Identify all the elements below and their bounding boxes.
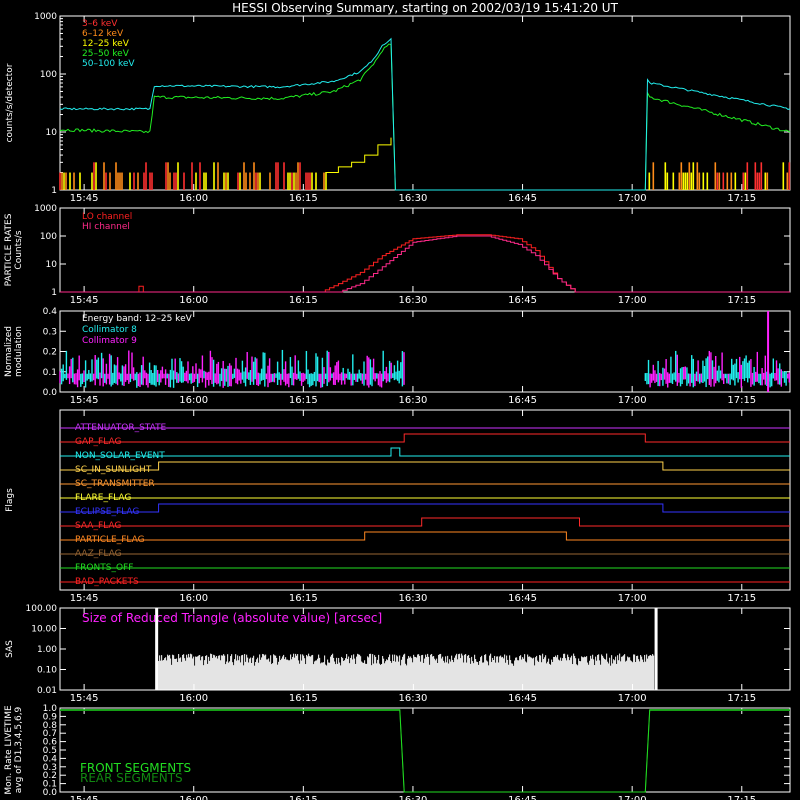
y-tick-label: 0.2 <box>43 348 57 358</box>
x-tick-label: 16:00 <box>179 795 208 800</box>
y-axis-label: Normalized <box>4 326 14 377</box>
y-axis-label: Flags <box>5 488 15 512</box>
x-tick-label: 17:15 <box>727 193 756 204</box>
legend-entry: 12–25 keV <box>82 39 130 49</box>
y-tick-label: 0.1 <box>43 368 57 378</box>
x-tick-label: 16:00 <box>179 395 208 406</box>
y-tick-label: 0.3 <box>43 327 57 337</box>
x-tick-label: 16:45 <box>508 795 537 800</box>
chart-title: HESSI Observing Summary, starting on 200… <box>232 1 618 15</box>
flag-label: ATTENUATOR_STATE <box>75 423 167 433</box>
legend-entry: 3–6 keV <box>82 19 118 29</box>
y-axis-label: counts/s/detector <box>5 63 15 142</box>
y-tick-label: 0.10 <box>37 666 57 676</box>
x-tick-label: 16:45 <box>508 295 537 306</box>
x-tick-label: 17:15 <box>727 693 756 704</box>
y-tick-label: 10 <box>46 260 58 270</box>
x-tick-label: 16:00 <box>179 193 208 204</box>
x-tick-label: 17:00 <box>618 593 647 604</box>
legend-entry: LO channel <box>82 212 132 222</box>
x-tick-label: 15:45 <box>70 795 99 800</box>
legend-entry: Collimator 9 <box>82 336 137 346</box>
x-tick-label: 16:15 <box>289 295 318 306</box>
x-tick-label: 15:45 <box>70 193 99 204</box>
flag-label: SC_IN_SUNLIGHT <box>75 465 152 475</box>
flag-label: NON_SOLAR_EVENT <box>75 451 165 461</box>
legend-entry: 25–50 keV <box>82 49 130 59</box>
flag-label: FRONTS_OFF <box>75 563 133 573</box>
legend-entry: REAR SEGMENTS <box>80 771 183 785</box>
y-axis-label: PARTICLE RATES <box>4 213 14 286</box>
x-tick-label: 16:15 <box>289 593 318 604</box>
x-tick-label: 16:15 <box>289 193 318 204</box>
x-tick-label: 15:45 <box>70 593 99 604</box>
x-tick-label: 15:45 <box>70 395 99 406</box>
legend-entry: Collimator 8 <box>82 325 137 335</box>
y-tick-label: 0.0 <box>43 388 58 398</box>
y-axis-label: SAS <box>5 640 15 658</box>
y-tick-label: 1.00 <box>37 645 57 655</box>
x-tick-label: 16:00 <box>179 593 208 604</box>
x-tick-label: 16:30 <box>399 395 428 406</box>
y-axis-label: avg of D1,3,4,5,6,9 <box>14 706 24 793</box>
x-tick-label: 17:15 <box>727 395 756 406</box>
x-tick-label: 16:30 <box>399 693 428 704</box>
x-tick-label: 17:00 <box>618 395 647 406</box>
y-tick-label: 1000 <box>34 12 57 22</box>
y-tick-label: 100 <box>40 70 57 80</box>
x-tick-label: 17:15 <box>727 295 756 306</box>
x-tick-label: 15:45 <box>70 693 99 704</box>
flag-label: GAP_FLAG <box>75 437 121 447</box>
y-tick-label: 1 <box>51 288 57 298</box>
flag-label: AAZ_FLAG <box>75 549 122 559</box>
x-tick-label: 16:45 <box>508 693 537 704</box>
x-tick-label: 16:30 <box>399 193 428 204</box>
x-tick-label: 16:45 <box>508 593 537 604</box>
x-tick-label: 15:45 <box>70 295 99 306</box>
x-tick-label: 17:00 <box>618 693 647 704</box>
flag-label: FLARE_FLAG <box>75 493 131 503</box>
legend-entry: 50–100 keV <box>82 59 135 69</box>
y-tick-label: 1.0 <box>43 704 58 714</box>
x-tick-label: 17:00 <box>618 795 647 800</box>
x-tick-label: 16:00 <box>179 295 208 306</box>
y-axis-label: Counts/s <box>14 230 24 269</box>
x-tick-label: 16:30 <box>399 593 428 604</box>
x-tick-label: 16:45 <box>508 193 537 204</box>
y-tick-label: 10 <box>46 128 58 138</box>
flag-label: PARTICLE_FLAG <box>75 535 145 545</box>
x-tick-label: 16:30 <box>399 795 428 800</box>
flag-label: BAD_PACKETS <box>75 577 139 587</box>
y-axis-label: modulation <box>14 326 24 377</box>
x-tick-label: 16:15 <box>289 795 318 800</box>
y-tick-label: 0.4 <box>43 307 58 317</box>
y-tick-label: 1 <box>51 186 57 196</box>
y-tick-label: 10.00 <box>31 625 57 635</box>
sas-annotation: Size of Reduced Triangle (absolute value… <box>82 611 382 625</box>
x-tick-label: 17:15 <box>727 593 756 604</box>
x-tick-label: 16:45 <box>508 395 537 406</box>
x-tick-label: 17:15 <box>727 795 756 800</box>
x-tick-label: 17:00 <box>618 295 647 306</box>
y-tick-label: 100.00 <box>26 604 58 614</box>
y-axis-label: Mon. Rate LIVETIME <box>4 705 14 795</box>
y-tick-label: 0.01 <box>37 686 57 696</box>
x-tick-label: 16:15 <box>289 395 318 406</box>
flag-label: SAA_FLAG <box>75 521 121 531</box>
hessi-summary-figure: HESSI Observing Summary, starting on 200… <box>0 0 800 800</box>
x-tick-label: 16:30 <box>399 295 428 306</box>
y-tick-label: 1000 <box>34 204 57 214</box>
x-tick-label: 16:00 <box>179 693 208 704</box>
x-tick-label: 17:00 <box>618 193 647 204</box>
y-tick-label: 100 <box>40 232 57 242</box>
flag-label: SC_TRANSMITTER <box>75 479 155 489</box>
legend-entry: HI channel <box>82 222 130 232</box>
legend-entry: Energy band: 12–25 keV <box>82 314 193 324</box>
flag-label: ECLIPSE_FLAG <box>75 507 139 517</box>
legend-entry: 6–12 keV <box>82 29 124 39</box>
x-tick-label: 16:15 <box>289 693 318 704</box>
